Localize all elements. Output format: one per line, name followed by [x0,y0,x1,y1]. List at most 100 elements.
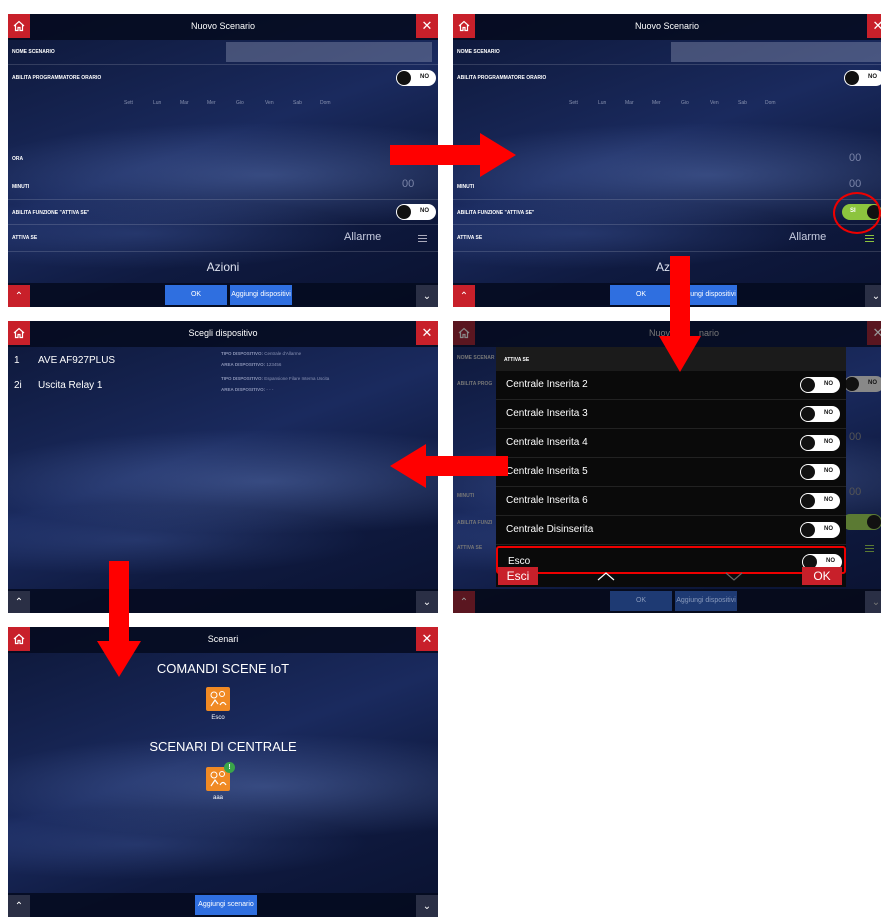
scene-icon: ! [206,762,235,791]
close-button[interactable]: ✕ [416,14,438,38]
dialog-option[interactable]: Centrale Inserita 2 NO [496,371,846,400]
day-sett[interactable]: Sett [569,100,578,106]
scroll-up-button[interactable]: ⌃ [8,285,30,307]
attiva-se-enable-row: ABILITA FUNZIONE "ATTIVA SE" SI [453,192,881,234]
esci-button[interactable]: Esci [498,567,538,585]
chevron-up-icon: ⌃ [459,596,469,608]
section-heading-iot: COMANDI SCENE IoT [156,661,290,676]
dialog-option[interactable]: Centrale Inserita 3 NO [496,400,846,429]
day-sab[interactable]: Sab [738,100,747,106]
bg-ok-button: OK [610,591,672,611]
section-heading-centrale: SCENARI DI CENTRALE [149,739,297,754]
hour-value[interactable]: 00 [849,152,861,164]
minutes-label: MINUTI [12,184,30,190]
chevron-down-icon[interactable] [724,570,744,582]
dialog-option[interactable]: Centrale Inserita 4 NO [496,429,846,458]
day-mer[interactable]: Mer [652,100,661,106]
chevron-down-icon: ⌄ [871,596,881,608]
day-mer[interactable]: Mer [207,100,216,106]
chevron-up-icon[interactable] [596,570,616,582]
chevron-up-icon: ⌃ [14,290,24,302]
device-area-label: AREA DISPOSITIVO: [221,362,266,367]
close-icon: ✕ [421,325,433,340]
scene-name: Esco [211,715,225,721]
weekday-selector: Sett Lun Mar Mer Gio Ven Sab Dom [8,100,438,110]
day-gio[interactable]: Gio [681,100,689,106]
scene-tile-esco[interactable]: Esco [203,687,233,721]
attiva-se-value[interactable]: Allarme [344,231,381,243]
dialog-option-label: Centrale Disinserita [506,524,594,535]
name-input[interactable] [671,42,881,62]
day-ven[interactable]: Ven [710,100,719,106]
minutes-value[interactable]: 00 [849,178,861,190]
home-button[interactable] [453,321,475,345]
day-lun[interactable]: Lun [598,100,606,106]
dialog-option-toggle[interactable]: NO [800,377,840,393]
day-lun[interactable]: Lun [153,100,161,106]
dialog-option-toggle[interactable]: NO [800,435,840,451]
dialog-option[interactable]: Centrale Inserita 5 NO [496,458,846,487]
scroll-up-button[interactable]: ⌃ [8,895,30,917]
dialog-option[interactable]: Centrale Inserita 6 NO [496,487,846,516]
notification-badge: ! [224,762,235,773]
scene-name: aaa [212,795,223,801]
device-type-label: TIPO DISPOSITIVO: [221,376,264,381]
chevron-down-icon: ⌄ [871,290,881,302]
device-item[interactable]: 2i Uscita Relay 1 TIPO DISPOSITIVO: Espa… [8,375,438,401]
choose-device-panel: Scegli dispositivo ✕ 1 AVE AF927PLUS TIP… [8,321,438,613]
dialog-option-toggle[interactable]: NO [800,464,840,480]
scroll-down-button[interactable]: ⌄ [865,285,881,307]
name-label: NOME SCENARIO [457,49,500,55]
attiva-se-toggle[interactable]: NO [396,204,436,220]
day-sett[interactable]: Sett [124,100,133,106]
close-button[interactable]: ✕ [867,321,881,345]
ok-button[interactable]: OK [165,285,227,305]
day-dom[interactable]: Dom [765,100,776,106]
menu-icon[interactable] [865,235,874,242]
day-dom[interactable]: Dom [320,100,331,106]
day-ven[interactable]: Ven [265,100,274,106]
close-button[interactable]: ✕ [416,321,438,345]
page-title: Scegli dispositivo [188,328,258,338]
name-row: NOME SCENARIO [8,40,438,65]
scroll-up-button[interactable]: ⌃ [453,285,475,307]
chevron-up-icon: ⌃ [14,596,24,608]
weekday-selector: Sett Lun Mar Mer Gio Ven Sab Dom [453,100,881,110]
scene-tile-aaa[interactable]: ! aaa [203,762,235,801]
scheduler-toggle[interactable]: NO [396,70,436,86]
dialog-option-toggle[interactable]: NO [800,522,840,538]
day-gio[interactable]: Gio [236,100,244,106]
scroll-up-button[interactable]: ⌃ [8,591,30,613]
close-icon: ✕ [872,18,881,33]
dialog-option[interactable]: Centrale Disinserita NO [496,516,846,545]
flow-arrow-left [390,444,508,488]
bottom-bar: ⌃ OK Aggiungi dispositivi ⌄ [453,589,881,613]
dialog-option-list: Centrale Inserita 2 NO Centrale Inserita 3… [496,371,846,574]
ok-button[interactable]: OK [802,567,842,585]
add-scenario-button[interactable]: Aggiungi scenario [195,895,257,915]
add-devices-button[interactable]: Aggiungi dispositivi [230,285,292,305]
scroll-down-button[interactable]: ⌄ [416,285,438,307]
attiva-se-value[interactable]: Allarme [789,231,826,243]
scheduler-row: ABILITA PROGRAMMATORE ORARIO NO [453,64,881,92]
name-input[interactable] [226,42,432,62]
device-item[interactable]: 1 AVE AF927PLUS TIPO DISPOSITIVO: Centra… [8,349,438,375]
menu-icon[interactable] [418,235,427,242]
device-type: Espansione Filare Interna Uscita [264,376,330,381]
day-sab[interactable]: Sab [293,100,302,106]
close-button[interactable]: ✕ [416,627,438,651]
day-mar[interactable]: Mar [625,100,634,106]
scroll-down-button[interactable]: ⌄ [416,895,438,917]
dialog-option-toggle[interactable]: NO [800,493,840,509]
close-button[interactable]: ✕ [867,14,881,38]
device-type-label: TIPO DISPOSITIVO: [221,351,264,356]
day-mar[interactable]: Mar [180,100,189,106]
attiva-se-row: ATTIVA SE Allarme [453,225,881,252]
scheduler-row: ABILITA PROGRAMMATORE ORARIO NO [8,64,438,92]
scroll-down-button: ⌄ [865,591,881,613]
scheduler-toggle[interactable]: NO [844,70,881,86]
device-area-label: AREA DISPOSITIVO: [221,387,266,392]
minutes-value[interactable]: 00 [402,178,414,190]
dialog-option-toggle[interactable]: NO [800,406,840,422]
scroll-down-button[interactable]: ⌄ [416,591,438,613]
